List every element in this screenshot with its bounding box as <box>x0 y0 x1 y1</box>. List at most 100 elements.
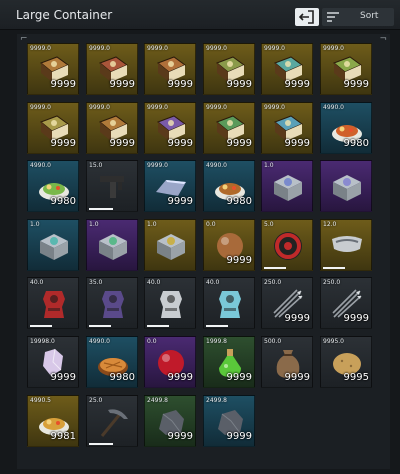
crate-icon <box>154 229 188 267</box>
inventory-slot[interactable]: 15.0 <box>86 160 138 212</box>
inventory-slot[interactable]: 2499.8 9999 <box>203 395 255 447</box>
item-weight: 15.0 <box>89 162 103 169</box>
item-quantity: 9999 <box>50 372 76 383</box>
inventory-slot[interactable]: 40.0 <box>203 277 255 329</box>
item-quantity: 9999 <box>109 79 135 90</box>
item-weight: 9999.0 <box>89 104 110 111</box>
inventory-slot[interactable] <box>320 160 372 212</box>
item-quantity: 9999 <box>167 372 193 383</box>
armor-icon <box>213 287 247 325</box>
item-quantity: 9999 <box>343 313 369 324</box>
inventory-slot[interactable]: 1.0 <box>261 160 313 212</box>
item-weight: 35.0 <box>89 279 103 286</box>
inventory-slot[interactable]: 1.0 <box>27 219 79 271</box>
item-quantity: 9999 <box>284 79 310 90</box>
inventory-slot[interactable]: 12.0 <box>320 219 372 271</box>
inventory-slot[interactable]: 9999.0 9999 <box>144 43 196 95</box>
inventory-slot[interactable]: 9999.0 9999 <box>261 43 313 95</box>
inventory-slot[interactable]: 9999.0 9999 <box>27 43 79 95</box>
armor-icon <box>154 287 188 325</box>
inventory-slot[interactable]: 0.0 9999 <box>144 336 196 388</box>
item-weight: 2499.8 <box>206 397 227 404</box>
item-weight: 9999.0 <box>323 45 344 52</box>
inventory-slot[interactable]: 19998.0 9999 <box>27 336 79 388</box>
inventory-slot[interactable]: 5.0 <box>261 219 313 271</box>
durability-bar <box>264 267 286 269</box>
inventory-slot[interactable]: 4990.0 9980 <box>27 160 79 212</box>
inventory-slot[interactable]: 40.0 <box>144 277 196 329</box>
inventory-slot[interactable]: 25.0 <box>86 395 138 447</box>
item-weight: 1.0 <box>89 221 99 228</box>
armor-icon <box>37 287 71 325</box>
inventory-slot[interactable]: 9999.0 9999 <box>144 160 196 212</box>
inventory-grid: 9999.0 9999 9999.0 9999 9999.0 9999 9999.0 9… <box>27 43 377 463</box>
item-quantity: 9980 <box>50 196 76 207</box>
inventory-slot[interactable]: 500.0 9999 <box>261 336 313 388</box>
inventory-slot[interactable]: 250.0 9999 <box>320 277 372 329</box>
item-weight: 1.0 <box>30 221 40 228</box>
item-weight: 5.0 <box>264 221 274 228</box>
inventory-slot[interactable]: 35.0 <box>86 277 138 329</box>
item-weight: 0.0 <box>147 338 157 345</box>
item-quantity: 9981 <box>50 431 76 442</box>
inventory-slot[interactable]: 1.0 <box>86 219 138 271</box>
item-quantity: 9995 <box>343 372 369 383</box>
item-quantity: 9980 <box>343 138 369 149</box>
inventory-slot[interactable]: 2499.8 9999 <box>144 395 196 447</box>
item-quantity: 9999 <box>226 372 252 383</box>
item-weight: 9999.0 <box>89 45 110 52</box>
inventory-slot[interactable]: 9999.0 9999 <box>320 43 372 95</box>
crate-icon <box>271 170 305 208</box>
item-weight: 9999.0 <box>30 45 51 52</box>
sort-button[interactable]: Sort <box>322 8 394 26</box>
item-quantity: 9999 <box>226 255 252 266</box>
item-quantity: 9999 <box>284 313 310 324</box>
pickaxe-icon <box>96 405 130 443</box>
inventory-slot[interactable]: 4990.5 9981 <box>27 395 79 447</box>
item-weight: 25.0 <box>89 397 103 404</box>
exit-button[interactable] <box>295 8 319 26</box>
item-weight: 250.0 <box>323 279 341 286</box>
visor-icon <box>330 229 364 267</box>
inventory-slot[interactable]: 9999.0 9999 <box>86 43 138 95</box>
crate-icon <box>330 170 364 208</box>
inventory-slot[interactable]: 9999.0 9999 <box>86 102 138 154</box>
crate-icon <box>96 229 130 267</box>
item-quantity: 9999 <box>284 372 310 383</box>
item-weight: 9999.0 <box>30 104 51 111</box>
inventory-slot[interactable]: 40.0 <box>27 277 79 329</box>
item-weight: 9999.0 <box>264 45 285 52</box>
item-quantity: 9999 <box>50 138 76 149</box>
inventory-slot[interactable]: 9999.0 9999 <box>144 102 196 154</box>
item-weight: 9999.0 <box>206 45 227 52</box>
inventory-slot[interactable]: 0.0 9999 <box>203 219 255 271</box>
inventory-slot[interactable]: 1.0 <box>144 219 196 271</box>
inventory-slot[interactable]: 4990.0 9980 <box>203 160 255 212</box>
inventory-slot[interactable]: 9995.0 9995 <box>320 336 372 388</box>
crate-icon <box>37 229 71 267</box>
inventory-slot[interactable]: 1999.8 9999 <box>203 336 255 388</box>
item-weight: 4990.0 <box>30 162 51 169</box>
inventory-slot[interactable]: 4990.0 9980 <box>320 102 372 154</box>
inventory-slot[interactable]: 9999.0 9999 <box>203 102 255 154</box>
item-weight: 9999.0 <box>147 104 168 111</box>
item-weight: 4990.0 <box>89 338 110 345</box>
item-quantity: 9999 <box>50 79 76 90</box>
item-weight: 4990.5 <box>30 397 51 404</box>
item-weight: 40.0 <box>30 279 44 286</box>
sort-label: Sort <box>360 11 379 21</box>
durability-bar <box>323 267 345 269</box>
item-quantity: 9999 <box>167 138 193 149</box>
durability-bar <box>206 325 228 327</box>
item-weight: 9995.0 <box>323 338 344 345</box>
panel-corner-marker: ¬ <box>379 34 387 44</box>
item-weight: 12.0 <box>323 221 337 228</box>
item-weight: 1999.8 <box>206 338 227 345</box>
item-weight: 250.0 <box>264 279 282 286</box>
inventory-slot[interactable]: 4990.0 9980 <box>86 336 138 388</box>
inventory-slot[interactable]: 250.0 9999 <box>261 277 313 329</box>
inventory-slot[interactable]: 9999.0 9999 <box>27 102 79 154</box>
inventory-slot[interactable]: 9999.0 9999 <box>203 43 255 95</box>
item-quantity: 9980 <box>109 372 135 383</box>
inventory-slot[interactable]: 9999.0 9999 <box>261 102 313 154</box>
